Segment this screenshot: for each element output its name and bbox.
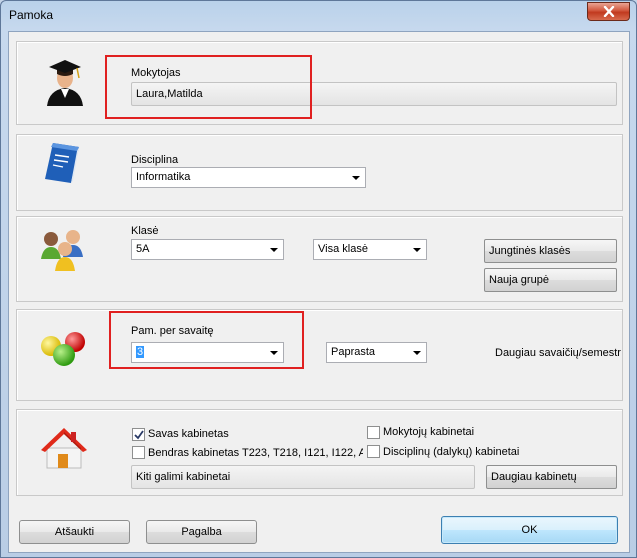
lessons-panel: Pam. per savaitę 3 Paprasta Daugiau sava… (16, 309, 623, 401)
checkmark-icon (134, 430, 144, 440)
close-button[interactable] (587, 2, 630, 21)
own-room-checkbox[interactable] (132, 428, 145, 441)
group-select-value: Visa klasė (318, 243, 368, 255)
help-button[interactable]: Pagalba (146, 520, 257, 544)
more-rooms-button[interactable]: Daugiau kabinetų (486, 465, 617, 489)
house-icon (41, 428, 87, 469)
teacher-rooms-checkbox[interactable] (367, 426, 380, 439)
teacher-highlight (105, 55, 312, 119)
new-group-button[interactable]: Nauja grupė (484, 268, 617, 292)
joint-classes-button[interactable]: Jungtinės klasės (484, 239, 617, 263)
subject-panel: Disciplina Informatika (16, 134, 623, 211)
chevron-down-icon (413, 351, 421, 355)
close-icon (603, 6, 614, 17)
group-select[interactable]: Visa klasė (313, 239, 427, 260)
teacher-rooms-label: Mokytojų kabinetai (383, 426, 475, 438)
subject-label: Disciplina (131, 154, 179, 166)
window-title: Pamoka (9, 8, 54, 22)
lesson-mode-value: Paprasta (331, 346, 376, 358)
chevron-down-icon (270, 248, 278, 252)
class-label: Klasė (131, 225, 159, 237)
chevron-down-icon (352, 176, 360, 180)
rooms-panel: Savas kabinetas Bendras kabinetas T223, … (16, 409, 623, 496)
subject-select[interactable]: Informatika (131, 167, 366, 188)
lessons-highlight (109, 311, 304, 369)
cancel-button[interactable]: Atšaukti (19, 520, 130, 544)
own-room-label: Savas kabinetas (148, 428, 229, 440)
class-select-value: 5A (136, 243, 150, 255)
class-panel: Klasė 5A Visa klasė Jungtinės klasės Nau… (16, 216, 623, 302)
lesson-mode-select[interactable]: Paprasta (326, 342, 427, 363)
title-bar[interactable]: Pamoka (1, 1, 636, 31)
dialog-window: Pamoka Mokytojas Laura,Matilda Disciplin… (0, 0, 637, 558)
ok-button[interactable]: OK (441, 516, 618, 544)
more-weeks-link[interactable]: Daugiau savaičių/semestr (495, 347, 622, 359)
other-rooms-field[interactable]: Kiti galimi kabinetai (131, 465, 475, 489)
common-rooms-label: Bendras kabinetas T223, T218, I121, I122… (148, 447, 363, 459)
book-icon (45, 143, 79, 183)
dialog-content: Mokytojas Laura,Matilda Disciplina Infor… (8, 31, 630, 553)
subject-select-value: Informatika (136, 171, 191, 183)
chevron-down-icon (413, 248, 421, 252)
balls-icon (41, 332, 85, 366)
class-select[interactable]: 5A (131, 239, 284, 260)
subject-rooms-checkbox[interactable] (367, 445, 380, 458)
subject-rooms-label: Disciplinų (dalykų) kabinetai (383, 446, 520, 458)
common-rooms-checkbox[interactable] (132, 446, 145, 459)
graduate-teacher-icon (47, 60, 83, 106)
students-group-icon (41, 230, 83, 271)
